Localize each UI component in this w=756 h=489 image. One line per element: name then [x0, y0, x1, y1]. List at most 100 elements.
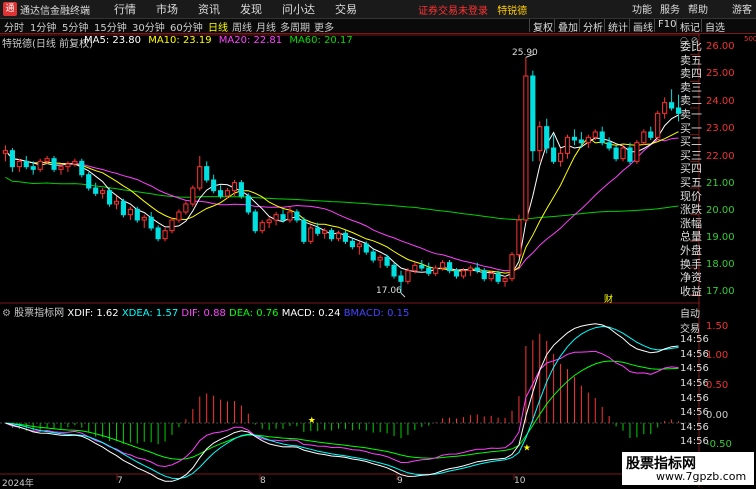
candle-body: [488, 272, 494, 280]
candle-body: [120, 200, 127, 216]
help-button[interactable]: 帮助: [688, 1, 708, 16]
function-button[interactable]: 功能: [632, 1, 652, 16]
macd-label: MACD: 0.24: [281, 308, 341, 319]
candle-body: [127, 208, 133, 216]
candle-body: [530, 75, 536, 152]
candle-body: [564, 136, 571, 154]
candle-body: [65, 163, 71, 168]
side-panel-time: 交易: [680, 323, 700, 335]
price-tick: 23.00: [706, 123, 735, 134]
period-weekly[interactable]: 周线: [232, 19, 252, 34]
trade-login-notice[interactable]: 证券交易未登录 特锐德: [418, 2, 527, 17]
candle-body: [58, 166, 64, 170]
side-panel-time: 14:56: [680, 407, 709, 419]
menu-trade[interactable]: 交易: [335, 1, 357, 17]
guest-button[interactable]: 游客: [732, 1, 752, 16]
draw-line-button[interactable]: 画线: [629, 19, 656, 34]
adjust-button[interactable]: 复权: [529, 19, 556, 34]
price-tick: 20.00: [706, 205, 735, 216]
candle-body: [544, 126, 550, 149]
app-title: 通达信金融终端: [20, 5, 90, 17]
candle-body: [238, 182, 244, 197]
watermark-url: www.7gpzb.com: [656, 470, 747, 483]
menu-assistant[interactable]: 问小达: [282, 1, 315, 17]
side-panel-label: 收益: [680, 284, 702, 298]
menu-market[interactable]: 市场: [156, 1, 178, 17]
macd-tick: 0.00: [706, 410, 729, 421]
side-panel-time: 14:56: [680, 392, 709, 404]
candle-body: [2, 150, 9, 154]
period-30min[interactable]: 30分钟: [132, 19, 165, 34]
period-monthly[interactable]: 月线: [256, 19, 276, 34]
candle-body: [412, 264, 418, 272]
candle-body: [190, 187, 196, 205]
candle-body: [204, 166, 210, 181]
candle-body: [585, 136, 591, 144]
price-tick: 21.00: [706, 178, 735, 189]
gear-icon[interactable]: ⚙: [2, 308, 11, 319]
candle-body: [474, 267, 480, 272]
candle-body: [217, 190, 224, 197]
candle-body: [627, 147, 633, 162]
notice-stock: 特锐德: [497, 6, 528, 17]
bmacd-label: BMACD: 0.15: [343, 308, 410, 319]
period-15min[interactable]: 15分钟: [94, 19, 127, 34]
candle-body: [245, 195, 251, 213]
candle-body: [273, 214, 279, 221]
candle-body: [141, 216, 147, 221]
period-more[interactable]: 更多: [314, 19, 334, 34]
candle-body: [231, 182, 238, 192]
period-timeshare[interactable]: 分时: [4, 19, 24, 34]
title-bar: 通 通达信金融终端 行情 市场 资讯 发现 问小达 交易 证券交易未登录 特锐德…: [0, 0, 756, 19]
period-60min[interactable]: 60分钟: [170, 19, 203, 34]
candle-body: [495, 272, 501, 282]
price-tick: 24.00: [706, 96, 735, 107]
menu-discover[interactable]: 发现: [240, 1, 262, 17]
analysis-button[interactable]: 分析: [579, 19, 606, 34]
menu-news[interactable]: 资讯: [198, 1, 220, 17]
macd-indicator: ★★: [0, 323, 690, 482]
period-1min[interactable]: 1分钟: [30, 19, 56, 34]
side-panel-time: 14:56: [680, 436, 709, 448]
candle-body: [287, 211, 293, 221]
candle-body: [9, 150, 15, 168]
main-chart[interactable]: ★★: [0, 34, 700, 487]
candle-body: [446, 262, 453, 272]
candle-body: [280, 214, 286, 221]
side-panel-time: 自动: [680, 309, 700, 320]
candle-body: [370, 251, 376, 261]
macd-tick: 0.50: [706, 380, 729, 391]
notice-text: 证券交易未登录: [418, 6, 488, 17]
date-tick: 7: [117, 476, 123, 486]
candle-body: [571, 136, 578, 141]
candle-body: [440, 262, 446, 269]
candle-body: [613, 147, 619, 160]
candle-body: [433, 267, 439, 274]
candle-body: [502, 278, 508, 282]
service-button[interactable]: 服务: [660, 1, 680, 16]
mark-button[interactable]: 标记: [676, 19, 703, 34]
period-daily[interactable]: 日线: [208, 19, 228, 34]
candle-body: [183, 203, 189, 213]
period-5min[interactable]: 5分钟: [62, 19, 88, 34]
overlay-button[interactable]: 叠加: [554, 19, 581, 34]
xdif-line: [5, 323, 679, 482]
ma60-line: [5, 176, 679, 221]
candle-body: [335, 232, 342, 240]
cross-star-icon: ★: [308, 416, 316, 426]
candle-body: [329, 230, 335, 240]
candle-body: [176, 211, 182, 221]
candle-body: [51, 158, 57, 170]
period-multi[interactable]: 多周期: [280, 19, 310, 34]
ma20-line: [5, 137, 679, 272]
candle-body: [662, 102, 668, 114]
date-tick: 8: [260, 476, 266, 486]
candle-body: [655, 112, 661, 138]
candle-body: [44, 158, 50, 162]
menu-market-quotes[interactable]: 行情: [114, 1, 136, 17]
candle-body: [30, 166, 36, 170]
favorite-button[interactable]: 自选: [701, 19, 728, 34]
statistics-button[interactable]: 统计: [604, 19, 631, 34]
indicator-legend: ⚙ 股票指标网 XDIF: 1.62 XDEA: 1.57 DIF: 0.88 …: [2, 304, 409, 319]
finance-marker[interactable]: 财: [604, 292, 613, 305]
